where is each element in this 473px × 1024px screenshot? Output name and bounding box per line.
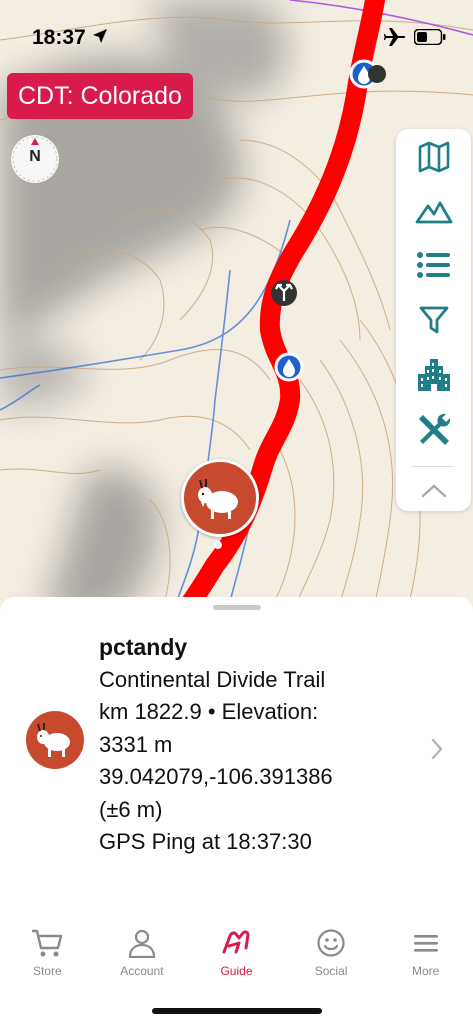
- tab-label-account: Account: [120, 964, 164, 978]
- user-info: pctandy Continental Divide Trail km 1822…: [99, 631, 399, 859]
- km-elevation: km 1822.9 • Elevation:: [99, 699, 319, 724]
- filter-icon: [419, 306, 448, 334]
- guide-logo-icon: [222, 930, 250, 954]
- gps-accuracy: (±6 m): [99, 796, 163, 822]
- location-arrow-icon: [92, 28, 108, 49]
- collapse-toolbar-button[interactable]: [396, 465, 471, 517]
- user-location-marker[interactable]: [181, 459, 259, 537]
- tab-account[interactable]: Account: [95, 928, 190, 988]
- tab-guide[interactable]: Guide: [189, 928, 284, 988]
- list-button[interactable]: [396, 239, 471, 291]
- tab-more[interactable]: More: [378, 928, 473, 988]
- tab-label-guide: Guide: [220, 964, 253, 978]
- user-name: pctandy: [99, 634, 188, 660]
- water-source-marker[interactable]: [274, 352, 304, 382]
- location-dot: [214, 541, 222, 549]
- mountains-icon: [415, 201, 452, 224]
- tools-button[interactable]: [396, 404, 471, 456]
- tab-store[interactable]: Store: [0, 928, 95, 988]
- status-time: 18:37: [32, 26, 86, 49]
- battery-icon: [413, 28, 446, 50]
- user-avatar: [26, 711, 84, 769]
- cart-icon: [32, 929, 63, 957]
- trail-junction-marker[interactable]: [271, 280, 297, 306]
- terrain-button[interactable]: [396, 185, 471, 237]
- home-indicator: [152, 1008, 322, 1014]
- tab-label-social: Social: [314, 964, 348, 978]
- hamburger-icon: [413, 935, 438, 952]
- elevation-value: 3331 m: [99, 731, 173, 757]
- region-label[interactable]: CDT: Colorado: [7, 73, 193, 119]
- smiley-icon: [317, 929, 345, 957]
- status-bar: 18:37: [0, 0, 473, 74]
- compass-letter: N: [29, 148, 41, 165]
- map-layers-button[interactable]: [396, 131, 471, 183]
- chevron-up-icon: [421, 484, 446, 498]
- tab-label-store: Store: [32, 964, 62, 978]
- coordinates: 39.042079,-106.391386: [99, 764, 333, 789]
- map-icon: [418, 141, 449, 173]
- person-icon: [128, 929, 155, 958]
- tools-icon: [418, 413, 450, 445]
- buildings-icon: [417, 359, 450, 391]
- tab-social[interactable]: Social: [284, 928, 379, 988]
- trail-name: Continental Divide Trail: [99, 666, 326, 692]
- sheet-handle[interactable]: [213, 605, 261, 610]
- map-toolbar: [396, 129, 471, 511]
- list-icon: [416, 252, 450, 278]
- tab-label-more: More: [412, 964, 440, 978]
- compass-button[interactable]: N: [11, 135, 59, 183]
- chevron-right-icon[interactable]: [430, 737, 444, 766]
- towns-button[interactable]: [396, 349, 471, 401]
- goat-avatar-icon: [198, 479, 238, 519]
- goat-avatar-icon: [37, 723, 70, 757]
- gps-ping-time: GPS Ping at 18:37:30: [99, 829, 312, 854]
- filter-button[interactable]: [396, 294, 471, 346]
- airplane-icon: [384, 27, 406, 52]
